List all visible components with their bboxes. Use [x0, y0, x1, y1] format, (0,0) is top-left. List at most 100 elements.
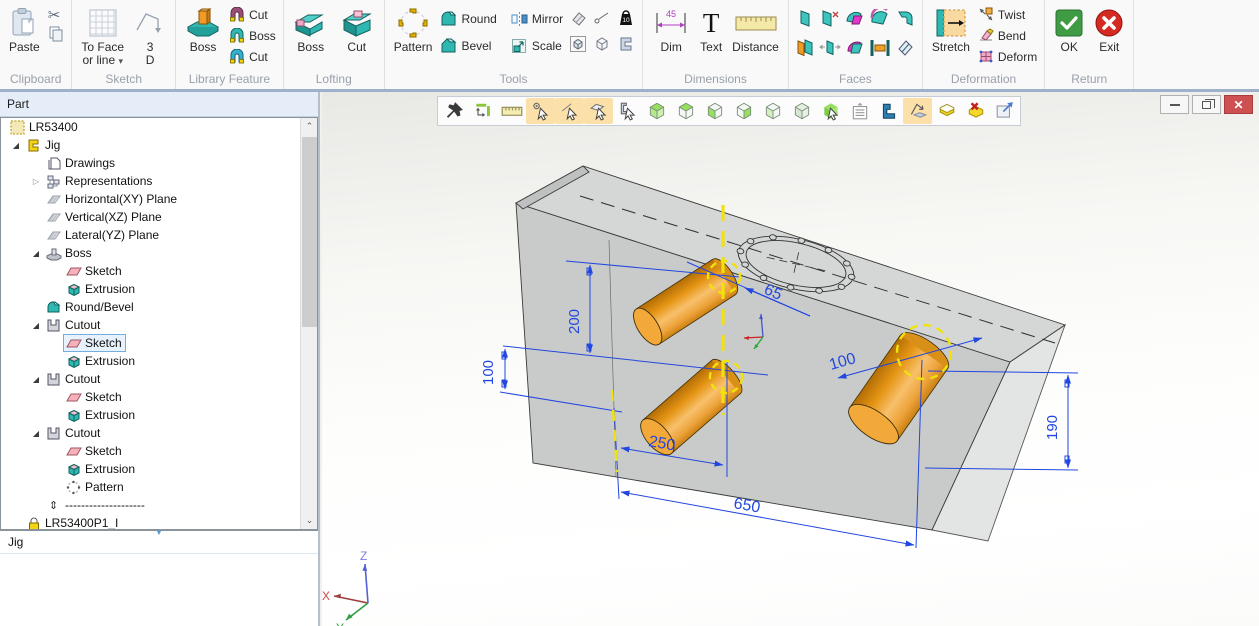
pin-button[interactable] [439, 98, 468, 124]
tree-item-body[interactable]: ⇕-------------------- [43, 496, 149, 514]
cut-button[interactable]: ✂ [45, 5, 67, 24]
scroll-up-icon[interactable]: ⌃ [301, 118, 318, 135]
face-delete-button[interactable] [820, 9, 840, 34]
expander-icon[interactable] [9, 141, 23, 150]
tree-item-body[interactable]: Cutout [43, 424, 104, 442]
tree-item-body[interactable]: Jig [23, 136, 64, 154]
measure-point-button[interactable] [593, 10, 611, 31]
exit-button[interactable]: Exit [1089, 3, 1129, 56]
face-replace-button[interactable] [845, 9, 865, 34]
tree-item-body[interactable]: Lateral(YZ) Plane [43, 226, 163, 244]
dim-100-left-text[interactable]: 100 [480, 360, 497, 385]
expander-icon[interactable] [29, 429, 43, 438]
loft-boss-button[interactable]: Boss [288, 3, 334, 56]
paste-button[interactable]: Paste [4, 3, 45, 56]
expander-icon[interactable] [29, 249, 43, 258]
refit-button[interactable] [468, 98, 497, 124]
deform-button[interactable]: Deform [975, 47, 1040, 66]
face-diamond-button[interactable] [895, 38, 915, 63]
library-boss-small-button[interactable]: Boss [226, 26, 279, 45]
tree-item-body[interactable]: Round/Bevel [43, 298, 138, 316]
weight-tool-button[interactable]: 10 [617, 9, 635, 32]
cube-outline-button[interactable] [593, 35, 611, 58]
tree-item-body[interactable]: Sketch [63, 388, 126, 406]
tree-item-body[interactable]: Drawings [43, 154, 119, 172]
maximize-view-button[interactable] [990, 98, 1019, 124]
section-remove-button[interactable] [961, 98, 990, 124]
tree-item-body[interactable]: Horizontal(XY) Plane [43, 190, 181, 208]
restore-button[interactable] [1192, 95, 1221, 114]
tree-item-lr53400[interactable]: LR53400 [1, 118, 317, 136]
tree-item-body[interactable]: LR53400P1_I [23, 514, 122, 530]
tree-item-jig[interactable]: Jig [1, 136, 317, 154]
view-back-button[interactable] [758, 98, 787, 124]
tree-scrollbar[interactable]: ⌃ ⌄ [300, 118, 317, 529]
view-plain-button[interactable] [787, 98, 816, 124]
splitter-handle-icon[interactable]: ▼ [155, 530, 163, 536]
tree-item-body[interactable]: Sketch [63, 334, 126, 352]
part-bracket-button[interactable] [874, 98, 903, 124]
tree-item-cutout[interactable]: Cutout [1, 424, 317, 442]
twist-button[interactable]: Twist [975, 5, 1040, 24]
eraser-tool-button[interactable] [569, 10, 587, 31]
viewport-3d[interactable]: 200 100 65 100 250 650 190 X Z Y ✕ [322, 92, 1259, 626]
tree-item-sketch[interactable]: Sketch [1, 442, 317, 460]
tree-item-body[interactable]: Representations [43, 172, 156, 190]
mirror-button[interactable]: Mirror [508, 9, 566, 28]
expander-icon[interactable] [29, 177, 43, 186]
tree-item-body[interactable]: Sketch [63, 262, 126, 280]
bevel-button[interactable]: Bevel [437, 36, 499, 55]
tree-item-extrusion[interactable]: Extrusion [1, 352, 317, 370]
dim-190-text[interactable]: 190 [1044, 415, 1061, 440]
tree-item-drawings[interactable]: Drawings [1, 154, 317, 172]
scale-button[interactable]: Scale [508, 36, 566, 55]
library-boss-button[interactable]: Boss [180, 3, 226, 56]
tree-item-body[interactable]: Cutout [43, 316, 104, 334]
tree-item-sketch[interactable]: Sketch [1, 334, 317, 352]
copy-button[interactable] [45, 26, 67, 45]
pattern-button[interactable]: Pattern [389, 3, 438, 56]
tree-item-sketch[interactable]: Sketch [1, 262, 317, 280]
section-box-button[interactable] [932, 98, 961, 124]
to-face-or-line-button[interactable]: To Face or line ▾ [76, 3, 129, 70]
loft-cut-button[interactable]: Cut [334, 3, 380, 56]
tree-item-lateral-yz-plane[interactable]: Lateral(YZ) Plane [1, 226, 317, 244]
bend-button[interactable]: Bend [975, 26, 1040, 45]
face-flag-button[interactable] [796, 9, 814, 34]
tree-item-body[interactable]: Pattern [63, 478, 128, 496]
scroll-down-icon[interactable]: ⌄ [301, 512, 318, 529]
tree-item-extrusion[interactable]: Extrusion [1, 406, 317, 424]
tree-item-extrusion[interactable]: Extrusion [1, 460, 317, 478]
view-left-button[interactable] [700, 98, 729, 124]
dim-button[interactable]: 45 Dim [647, 3, 695, 56]
tree-item-vertical-xz-plane[interactable]: Vertical(XZ) Plane [1, 208, 317, 226]
text-button[interactable]: T Text [695, 3, 727, 56]
view-shaded-button[interactable] [642, 98, 671, 124]
ruler-button[interactable] [497, 98, 526, 124]
ok-button[interactable]: OK [1049, 3, 1089, 56]
expander-icon[interactable] [29, 321, 43, 330]
minimize-button[interactable] [1160, 95, 1189, 114]
scroll-thumb[interactable] [302, 137, 317, 327]
expander-icon[interactable] [29, 375, 43, 384]
cube-window-button[interactable] [569, 35, 587, 58]
tree-item-pattern[interactable]: Pattern [1, 478, 317, 496]
select-edge-button[interactable] [555, 98, 584, 124]
select-body-button[interactable] [613, 98, 642, 124]
select-solid-button[interactable] [816, 98, 845, 124]
tree-item-body[interactable]: Cutout [43, 370, 104, 388]
sketch-3d-button[interactable] [903, 98, 932, 124]
tree-item-representations[interactable]: Representations [1, 172, 317, 190]
tree-item-body[interactable]: Vertical(XZ) Plane [43, 208, 166, 226]
tree-item-body[interactable]: Extrusion [63, 406, 139, 424]
model-block[interactable] [516, 166, 1065, 541]
display-list-button[interactable] [845, 98, 874, 124]
tree-item-body[interactable]: Extrusion [63, 460, 139, 478]
tree-item-body[interactable]: Extrusion [63, 280, 139, 298]
tree-item-cutout[interactable]: Cutout [1, 370, 317, 388]
tree-item-body[interactable]: Sketch [63, 442, 126, 460]
face-translate-button[interactable] [819, 38, 841, 63]
face-move-button[interactable] [795, 38, 815, 63]
tree-item-cutout[interactable]: Cutout [1, 316, 317, 334]
sketch-3d-button[interactable]: 3D [129, 3, 171, 69]
